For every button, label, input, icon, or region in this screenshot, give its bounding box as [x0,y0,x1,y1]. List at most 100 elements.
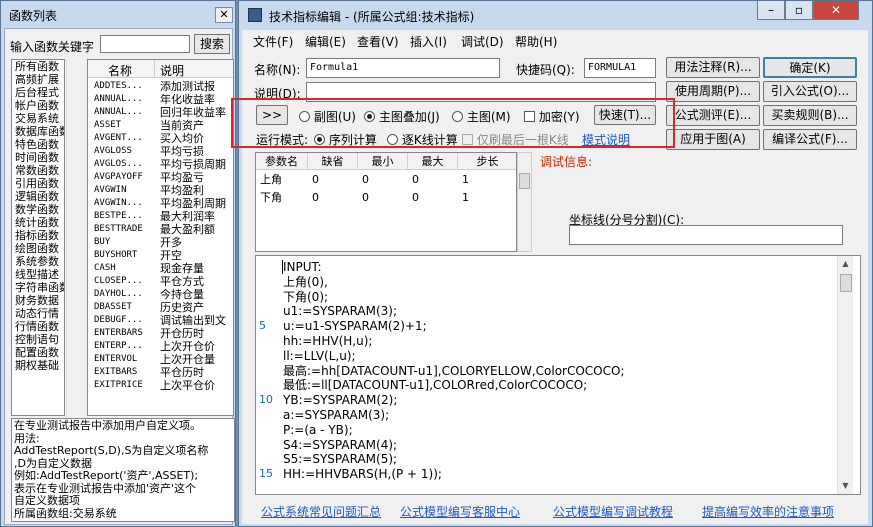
code-scrollbar[interactable]: ▲ ▼ [837,256,853,494]
param-cell[interactable]: 上角 [256,171,308,188]
function-row[interactable]: ADDTES... 添加测试报 [88,80,233,93]
function-row[interactable]: ENTERBARS 开仓历时 [88,327,233,340]
col-desc-header[interactable]: 说明 [160,62,184,79]
category-item[interactable]: 数据库函数 [12,125,64,138]
ok-button[interactable]: 确定(K) [763,57,857,78]
category-item[interactable]: 指标函数 [12,229,64,242]
function-row[interactable]: AVGWIN... 平均盈利周期 [88,197,233,210]
param-header[interactable]: 最小 [358,153,408,170]
tutorial-link[interactable]: 公式模型编写调试教程 [553,503,673,520]
category-item[interactable]: 逻辑函数 [12,190,64,203]
function-row[interactable]: ENTERP... 上次开仓价 [88,340,233,353]
function-row[interactable]: DAYHOL... 今持仓量 [88,288,233,301]
category-scrollbar[interactable] [66,59,81,416]
search-button[interactable]: 搜索 [194,34,230,54]
param-table[interactable]: 参数名 缺省 最小 最大 步长 上角 0 0 0 1 下角 0 0 0 1 [255,152,517,252]
category-item[interactable]: 期权基础 [12,359,64,372]
category-item[interactable]: 交易系统 [12,112,64,125]
param-scrollbar[interactable] [517,152,532,252]
param-cell[interactable]: 0 [408,189,458,206]
category-list[interactable]: 所有函数 高频扩展 后台程式 帐户函数 交易系统 数据库函数 特色函数 时间函数 常数函数 引用函… [11,59,65,416]
function-row[interactable]: AVGLOSS 平均亏损 [88,145,233,158]
param-header[interactable]: 缺省 [308,153,358,170]
function-row[interactable]: DBASSET 历史资产 [88,301,233,314]
use-period-button[interactable]: 使用周期(P)... [666,81,760,102]
function-row[interactable]: BESTPE... 最大利润率 [88,210,233,223]
category-item[interactable]: 后台程式 [12,86,64,99]
function-row[interactable]: ENTERVOL 上次开仓量 [88,353,233,366]
function-row[interactable]: BESTTRADE 最大盈利额 [88,223,233,236]
param-cell[interactable]: 0 [308,189,358,206]
category-item[interactable]: 引用函数 [12,177,64,190]
buy-sell-rules-button[interactable]: 买卖规则(B)... [763,105,857,126]
category-item[interactable]: 所有函数 [12,60,64,73]
category-item[interactable]: 时间函数 [12,151,64,164]
minimize-icon[interactable]: – [757,1,785,20]
category-item[interactable]: 帐户函数 [12,99,64,112]
function-row[interactable]: ANNUAL... 回归年收益率 [88,106,233,119]
usage-note-button[interactable]: 用法注释(R)... [666,57,760,78]
function-row[interactable]: DEBUGF... 调试输出到文 [88,314,233,327]
param-cell[interactable]: 1 [458,171,516,188]
formula-eval-button[interactable]: 公式测评(E)... [666,105,760,126]
menu-file[interactable]: 文件(F) [253,33,293,50]
function-row[interactable]: AVGENT... 买入均价 [88,132,233,145]
function-row[interactable]: CLOSEP... 平仓方式 [88,275,233,288]
function-row[interactable]: ANNUAL... 年化收益率 [88,93,233,106]
category-item[interactable]: 字符串函数 [12,281,64,294]
function-row[interactable]: BUYSHORT 开空 [88,249,233,262]
category-item[interactable]: 统计函数 [12,216,64,229]
menu-insert[interactable]: 插入(I) [410,33,447,50]
function-row[interactable]: BUY 开多 [88,236,233,249]
param-scroll-thumb[interactable] [519,173,530,189]
category-item[interactable]: 行情函数 [12,320,64,333]
search-input[interactable] [100,35,190,53]
param-cell[interactable]: 0 [408,171,458,188]
category-item[interactable]: 系统参数 [12,255,64,268]
menu-view[interactable]: 查看(V) [357,33,399,50]
function-row[interactable]: AVGWIN 平均盈利 [88,184,233,197]
faq-link[interactable]: 公式系统常见问题汇总 [261,503,381,520]
code-scroll-thumb[interactable] [840,274,852,292]
menu-help[interactable]: 帮助(H) [515,33,557,50]
category-item[interactable]: 财务数据 [12,294,64,307]
col-name-header[interactable]: 名称 [108,62,132,79]
function-row[interactable]: EXITPRICE 上次平仓价 [88,379,233,392]
category-item[interactable]: 常数函数 [12,164,64,177]
param-cell[interactable]: 0 [358,171,408,188]
param-header[interactable]: 参数名 [256,153,308,170]
param-cell[interactable]: 下角 [256,189,308,206]
function-row[interactable]: ASSET 当前资产 [88,119,233,132]
category-item[interactable]: 线型描述 [12,268,64,281]
support-link[interactable]: 公式模型编写客服中心 [400,503,520,520]
category-item[interactable]: 数学函数 [12,203,64,216]
apply-chart-button[interactable]: 应用于图(A) [666,129,760,150]
close-icon[interactable]: ✕ [215,7,233,23]
code-editor[interactable]: INPUT: 上角(0), 下角(0); u1:=SYSPARAM(3); u:=u1-… [255,255,861,495]
param-cell[interactable]: 0 [308,171,358,188]
import-formula-button[interactable]: 引入公式(O)... [763,81,857,102]
category-item[interactable]: 高频扩展 [12,73,64,86]
function-row[interactable]: AVGLOS... 平均亏损周期 [88,158,233,171]
menu-debug[interactable]: 调试(D) [461,33,504,50]
scroll-down-icon[interactable]: ▼ [838,478,853,493]
function-row[interactable]: CASH 现金存量 [88,262,233,275]
category-item[interactable]: 配置函数 [12,346,64,359]
maximize-icon[interactable]: ▫ [785,1,813,20]
shortcut-input[interactable]: FORMULA1 [584,58,656,78]
coord-input[interactable] [569,225,843,245]
compile-button[interactable]: 编译公式(F)... [763,129,857,150]
scroll-up-icon[interactable]: ▲ [838,256,853,271]
category-item[interactable]: 绘图函数 [12,242,64,255]
param-header[interactable]: 步长 [458,153,516,170]
function-row[interactable]: AVGPAYOFF 平均盈亏 [88,171,233,184]
param-cell[interactable]: 1 [458,189,516,206]
param-cell[interactable]: 0 [358,189,408,206]
close-icon[interactable]: ✕ [813,1,859,20]
function-row[interactable]: EXITBARS 平仓历时 [88,366,233,379]
name-input[interactable]: Formula1 [306,58,500,78]
category-item[interactable]: 动态行情 [12,307,64,320]
category-item[interactable]: 特色函数 [12,138,64,151]
category-item[interactable]: 控制语句 [12,333,64,346]
menu-edit[interactable]: 编辑(E) [305,33,346,50]
